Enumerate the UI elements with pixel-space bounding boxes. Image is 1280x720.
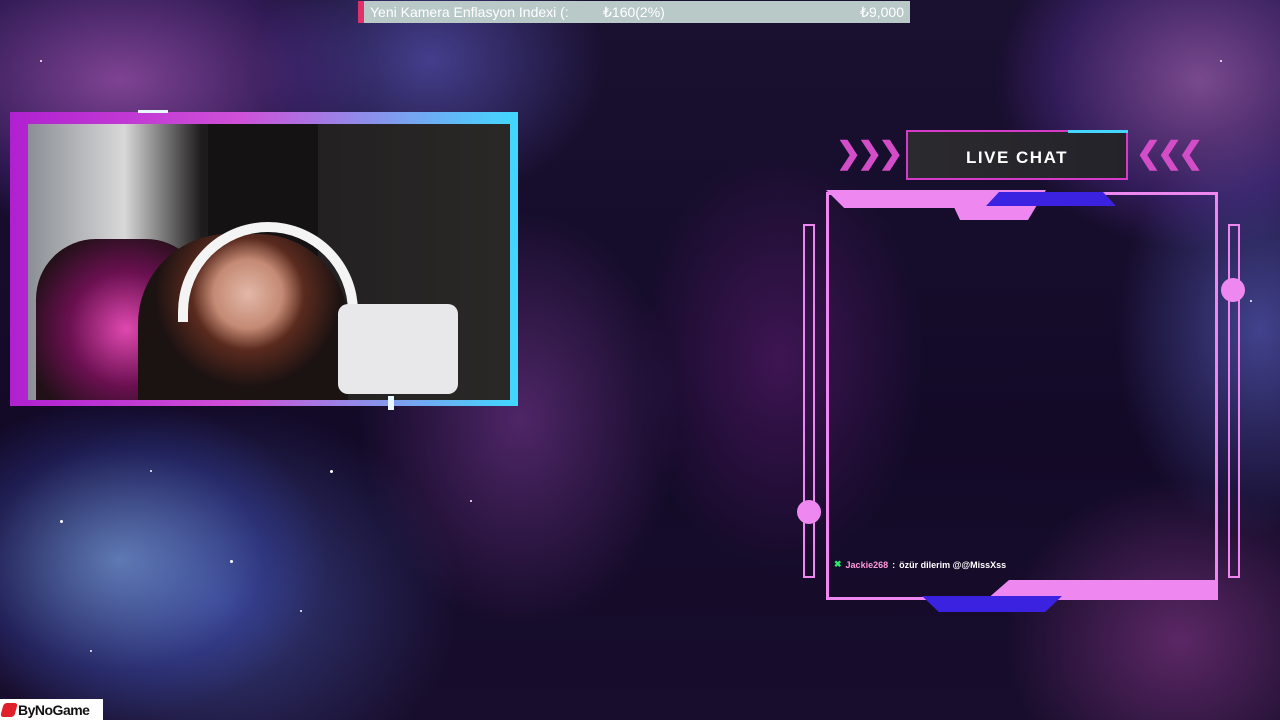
chevron-right-icon: ❯❯❯ (836, 137, 903, 170)
chevron-left-icon: ❮❮❮ (1136, 137, 1203, 170)
left-rail (803, 224, 815, 578)
live-chat-panel (826, 190, 1218, 612)
webcam-feed (28, 124, 510, 400)
brand-logo-icon (0, 702, 18, 717)
star (150, 470, 152, 472)
chat-message: ✖ Jackie268 : özür dilerim @@MissXss (834, 559, 1006, 570)
right-rail-knob (1221, 278, 1245, 302)
star (40, 60, 42, 62)
chat-text: özür dilerim @@MissXss (899, 559, 1007, 570)
price-ticker: Yeni Kamera Enflasyon Indexi (: ₺160(2%)… (358, 1, 910, 23)
chat-top-accent (826, 190, 956, 208)
live-chat-title: LIVE CHAT (966, 148, 1068, 167)
star (470, 500, 472, 502)
microphone (338, 304, 458, 394)
star (1250, 300, 1252, 302)
chat-top-blue-accent (986, 192, 1116, 206)
star (60, 520, 63, 523)
chat-username: Jackie268 (845, 559, 889, 570)
star (90, 650, 92, 652)
ticker-delta: ₺160(2%) (603, 3, 665, 20)
star (230, 560, 233, 563)
webcam-frame (10, 110, 518, 410)
chat-bottom-blue-accent (922, 596, 1062, 612)
ticker-title: Yeni Kamera Enflasyon Indexi (: (370, 4, 569, 20)
chat-outline (826, 192, 1218, 600)
left-rail-knob (797, 500, 821, 524)
brand-watermark: ByNoGame (0, 699, 103, 720)
ticker-price: ₺9,000 (860, 3, 904, 20)
brand-name: ByNoGame (18, 701, 90, 718)
frame-glow (388, 396, 394, 410)
star (300, 610, 302, 612)
verified-badge-icon: ✖ (834, 559, 842, 569)
star (330, 470, 333, 473)
frame-glow (138, 110, 168, 113)
chat-separator: : (892, 559, 896, 570)
star (1220, 60, 1222, 62)
ticker-accent-bar (358, 1, 364, 23)
live-chat-header: LIVE CHAT (906, 130, 1128, 180)
